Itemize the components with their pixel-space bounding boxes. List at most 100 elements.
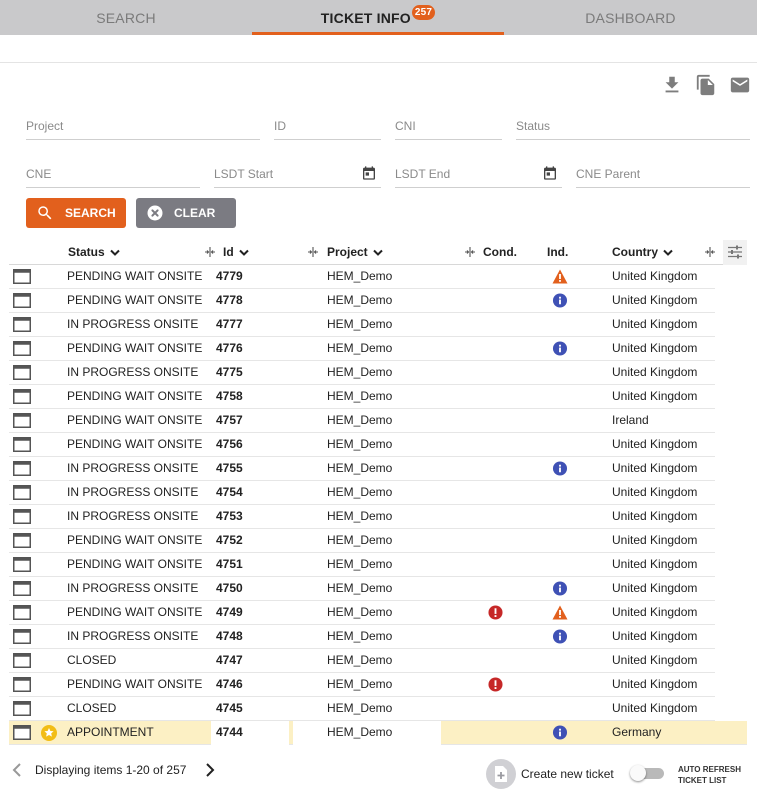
lsdt-end-field[interactable] (395, 162, 562, 188)
table-row[interactable]: IN PROGRESS ONSITE 4754 HEM_Demo United Kin… (9, 481, 715, 505)
chevron-right-icon[interactable] (204, 762, 216, 778)
status-input[interactable] (516, 114, 750, 138)
column-header-cond[interactable]: Cond. (483, 240, 517, 264)
open-ticket-icon[interactable] (13, 317, 31, 332)
auto-refresh-toggle[interactable] (630, 765, 664, 781)
table-row[interactable]: IN PROGRESS ONSITE 4777 HEM_Demo United Kin… (9, 313, 715, 337)
error-icon (488, 677, 503, 692)
id-cell: 4775 (216, 365, 243, 379)
chevron-left-icon[interactable] (11, 762, 23, 778)
table-row[interactable]: PENDING WAIT ONSITE 4751 HEM_Demo United Ki… (9, 553, 715, 577)
table-row[interactable]: IN PROGRESS ONSITE 4775 HEM_Demo United Kin… (9, 361, 715, 385)
open-ticket-icon[interactable] (13, 581, 31, 596)
open-ticket-icon[interactable] (13, 293, 31, 308)
open-ticket-icon[interactable] (13, 509, 31, 524)
project-cell: HEM_Demo (327, 461, 393, 475)
cni-field[interactable] (395, 114, 502, 140)
column-resize-icon[interactable] (464, 246, 476, 258)
column-settings-icon[interactable] (723, 240, 747, 265)
lsdt-start-input[interactable] (214, 162, 381, 186)
table-row[interactable]: CLOSED 4747 HEM_Demo United Kingdom (9, 649, 715, 673)
open-ticket-icon[interactable] (13, 557, 31, 572)
open-ticket-icon[interactable] (13, 629, 31, 644)
table-row[interactable]: IN PROGRESS ONSITE 4755 HEM_Demo United Kin… (9, 457, 715, 481)
open-ticket-icon[interactable] (13, 389, 31, 404)
open-ticket-icon[interactable] (13, 677, 31, 692)
table-row[interactable]: PENDING WAIT ONSITE 4746 HEM_Demo United Ki… (9, 673, 715, 697)
column-header-project[interactable]: Project (327, 240, 383, 264)
lsdt-start-field[interactable] (214, 162, 381, 188)
table-row[interactable]: PENDING WAIT ONSITE 4752 HEM_Demo United Ki… (9, 529, 715, 553)
open-ticket-icon[interactable] (13, 341, 31, 356)
table-row[interactable]: IN PROGRESS ONSITE 4748 HEM_Demo United Kin… (9, 625, 715, 649)
table-row[interactable]: CLOSED 4745 HEM_Demo United Kingdom (9, 697, 715, 721)
download-icon[interactable] (661, 74, 683, 96)
open-ticket-icon[interactable] (13, 269, 31, 284)
open-ticket-icon[interactable] (13, 413, 31, 428)
table-row[interactable]: APPOINTMENT 4744 HEM_Demo Germany (9, 721, 747, 745)
cne-field[interactable] (26, 162, 200, 188)
divider (0, 62, 757, 63)
open-ticket-icon[interactable] (13, 485, 31, 500)
open-ticket-icon[interactable] (13, 653, 31, 668)
country-cell: United Kingdom (612, 581, 698, 595)
table-row[interactable]: PENDING WAIT ONSITE 4756 HEM_Demo United Ki… (9, 433, 715, 457)
column-id-label: Id (223, 245, 234, 259)
copy-icon[interactable] (695, 74, 717, 96)
star-icon[interactable] (41, 725, 57, 741)
id-input[interactable] (274, 114, 381, 138)
calendar-icon[interactable] (361, 165, 377, 181)
project-input[interactable] (26, 114, 260, 138)
chevron-down-icon (109, 249, 120, 257)
table-row[interactable]: PENDING WAIT ONSITE 4758 HEM_Demo United Ki… (9, 385, 715, 409)
column-header-id[interactable]: Id (223, 240, 249, 264)
tab-ticket-info[interactable]: TICKET INFO 257 (252, 0, 504, 35)
column-header-country[interactable]: Country (612, 240, 673, 264)
project-cell: HEM_Demo (327, 293, 393, 307)
column-resize-icon[interactable] (204, 246, 216, 258)
table-row[interactable]: PENDING WAIT ONSITE 4776 HEM_Demo United Ki… (9, 337, 715, 361)
cni-input[interactable] (395, 114, 502, 138)
search-button[interactable]: SEARCH (26, 198, 126, 228)
table-row[interactable]: IN PROGRESS ONSITE 4750 HEM_Demo United Kin… (9, 577, 715, 601)
column-resize-icon[interactable] (307, 246, 319, 258)
table-row[interactable]: PENDING WAIT ONSITE 4749 HEM_Demo United Ki… (9, 601, 715, 625)
id-field[interactable] (274, 114, 381, 140)
cne-parent-input[interactable] (576, 162, 750, 186)
cne-parent-field[interactable] (576, 162, 750, 188)
open-ticket-icon[interactable] (13, 437, 31, 452)
column-header-ind[interactable]: Ind. (547, 240, 568, 264)
project-field[interactable] (26, 114, 260, 140)
open-ticket-icon[interactable] (13, 605, 31, 620)
status-cell: IN PROGRESS ONSITE (67, 317, 199, 331)
search-button-label: SEARCH (65, 206, 116, 220)
id-cell: 4752 (216, 533, 243, 547)
open-ticket-icon[interactable] (13, 365, 31, 380)
open-ticket-icon[interactable] (13, 461, 31, 476)
lsdt-end-input[interactable] (395, 162, 562, 186)
table-row[interactable]: IN PROGRESS ONSITE 4753 HEM_Demo United Kin… (9, 505, 715, 529)
calendar-icon[interactable] (542, 165, 558, 181)
clear-button[interactable]: CLEAR (136, 198, 236, 228)
tab-search[interactable]: SEARCH (0, 0, 252, 35)
open-ticket-icon[interactable] (13, 533, 31, 548)
project-cell: HEM_Demo (327, 509, 393, 523)
info-icon (552, 293, 568, 308)
ticket-count-badge: 257 (411, 5, 436, 20)
project-cell: HEM_Demo (327, 389, 393, 403)
status-field[interactable] (516, 114, 750, 140)
column-resize-icon[interactable] (704, 246, 716, 258)
id-cell: 4754 (216, 485, 243, 499)
table-row[interactable]: PENDING WAIT ONSITE 4779 HEM_Demo United Ki… (9, 265, 715, 289)
open-ticket-icon[interactable] (13, 701, 31, 716)
table-row[interactable]: PENDING WAIT ONSITE 4778 HEM_Demo United Ki… (9, 289, 715, 313)
status-cell: PENDING WAIT ONSITE (67, 437, 203, 451)
project-cell: HEM_Demo (327, 437, 393, 451)
column-header-status[interactable]: Status (68, 240, 120, 264)
open-ticket-icon[interactable] (13, 725, 31, 740)
cne-input[interactable] (26, 162, 200, 186)
email-icon[interactable] (729, 74, 751, 96)
tab-dashboard[interactable]: DASHBOARD (504, 0, 757, 35)
table-row[interactable]: PENDING WAIT ONSITE 4757 HEM_Demo Ireland (9, 409, 715, 433)
id-cell: 4776 (216, 341, 243, 355)
